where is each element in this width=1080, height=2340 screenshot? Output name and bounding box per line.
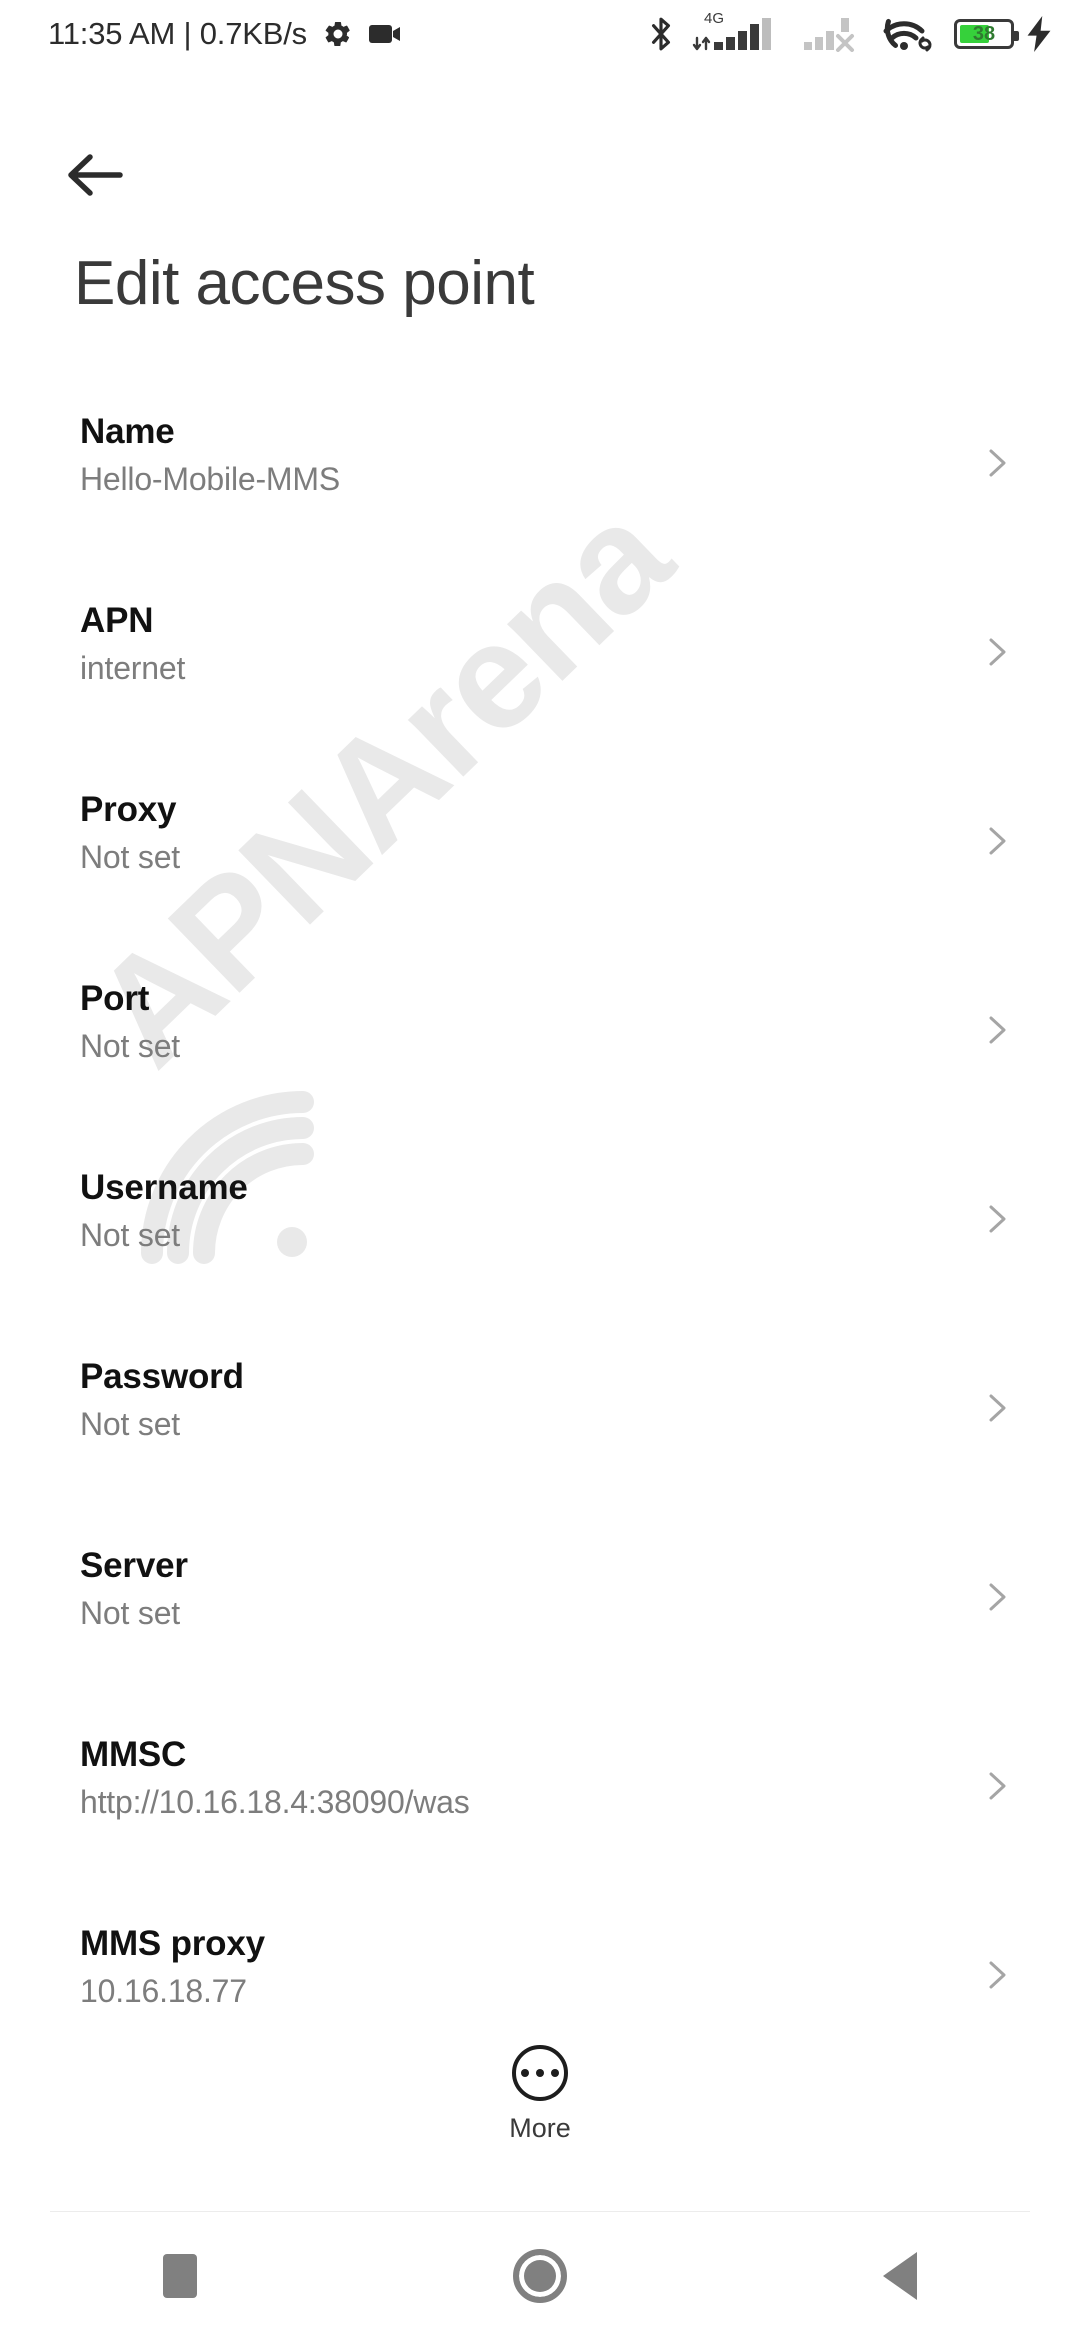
row-value: Hello-Mobile-MMS [80, 461, 340, 497]
signal-no-service-icon [804, 16, 866, 52]
settings-row-apn[interactable]: APN internet [0, 589, 1080, 778]
circle-icon [513, 2249, 567, 2303]
more-dots-icon [512, 2045, 568, 2101]
row-value: http://10.16.18.4:38090/was [80, 1784, 470, 1820]
signal-4g-icon: 4G [692, 11, 784, 52]
more-button-label: More [509, 2113, 571, 2143]
row-value: Not set [80, 839, 180, 875]
battery-percent-label: 38 [972, 23, 996, 45]
settings-row-password[interactable]: Password Not set [0, 1345, 1080, 1534]
nav-back-button[interactable] [800, 2212, 1000, 2340]
network-type-label: 4G [704, 10, 725, 27]
row-value: Not set [80, 1406, 180, 1442]
status-bar-clock: 11:35 AM | 0.7KB/s [48, 16, 307, 51]
settings-row-server[interactable]: Server Not set [0, 1534, 1080, 1723]
chevron-right-icon [980, 446, 1014, 480]
back-button[interactable] [52, 130, 142, 220]
row-value: Not set [80, 1028, 180, 1064]
settings-row-username[interactable]: Username Not set [0, 1156, 1080, 1345]
status-bar-left: 11:35 AM | 0.7KB/s [48, 16, 403, 52]
chevron-right-icon [980, 1958, 1014, 1992]
chevron-right-icon [980, 1580, 1014, 1614]
chevron-right-icon [980, 1769, 1014, 1803]
chevron-right-icon [980, 1202, 1014, 1236]
triangle-left-icon [883, 2252, 917, 2300]
settings-list: Name Hello-Mobile-MMS APN internet Proxy… [0, 400, 1080, 2101]
square-icon [163, 2254, 197, 2298]
chevron-right-icon [980, 824, 1014, 858]
row-label: Port [80, 979, 150, 1018]
chevron-right-icon [980, 1013, 1014, 1047]
row-value: 10.16.18.77 [80, 1973, 247, 2009]
settings-row-proxy[interactable]: Proxy Not set [0, 778, 1080, 967]
page-title: Edit access point [74, 249, 535, 318]
status-bar-right: 4G 38 [648, 11, 1054, 53]
chevron-right-icon [980, 1391, 1014, 1425]
battery-icon: 38 [954, 19, 1019, 49]
chevron-right-icon [980, 635, 1014, 669]
more-button[interactable]: More [0, 2045, 1080, 2144]
settings-row-port[interactable]: Port Not set [0, 967, 1080, 1156]
row-label: MMS proxy [80, 1924, 265, 1963]
settings-row-mmsc[interactable]: MMSC http://10.16.18.4:38090/was [0, 1723, 1080, 1912]
navigation-bar [0, 2212, 1080, 2340]
nav-home-button[interactable] [440, 2212, 640, 2340]
row-label: APN [80, 601, 154, 640]
bluetooth-icon [648, 15, 674, 53]
gear-icon [323, 19, 353, 49]
row-label: Password [80, 1357, 244, 1396]
row-label: Username [80, 1168, 248, 1207]
row-value: internet [80, 650, 186, 686]
nav-recents-button[interactable] [80, 2212, 280, 2340]
settings-row-name[interactable]: Name Hello-Mobile-MMS [0, 400, 1080, 589]
row-label: Proxy [80, 790, 177, 829]
charging-bolt-icon [1024, 16, 1054, 52]
row-value: Not set [80, 1217, 180, 1253]
row-value: Not set [80, 1595, 180, 1631]
row-label: Server [80, 1546, 188, 1585]
status-bar[interactable]: 11:35 AM | 0.7KB/s 4G 38 [0, 0, 1080, 68]
wifi-icon [882, 15, 936, 53]
arrow-left-icon [68, 154, 123, 196]
video-camera-icon [368, 22, 403, 46]
row-label: Name [80, 412, 175, 451]
row-label: MMSC [80, 1735, 187, 1774]
